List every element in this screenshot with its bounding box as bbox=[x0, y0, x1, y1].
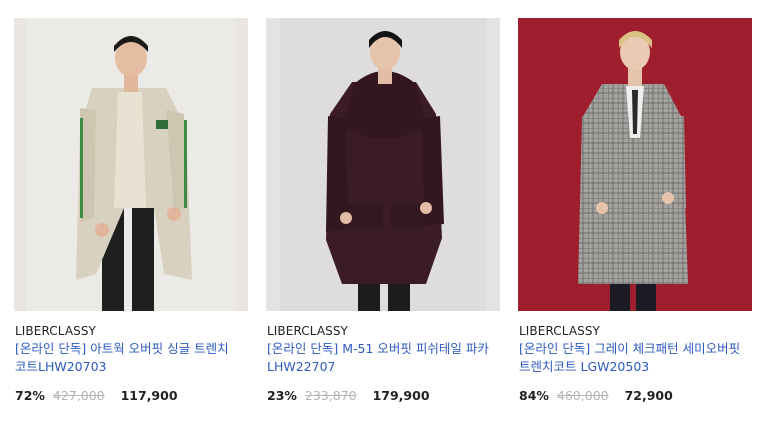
product-photo bbox=[266, 18, 500, 311]
price-row: 23% 233,870 179,900 bbox=[267, 388, 430, 403]
final-price: 117,900 bbox=[120, 388, 178, 403]
price-row: 72% 427,000 117,900 bbox=[15, 388, 178, 403]
product-photo bbox=[14, 18, 248, 311]
discount-rate: 72% bbox=[15, 388, 45, 403]
final-price: 179,900 bbox=[372, 388, 430, 403]
final-price: 72,900 bbox=[624, 388, 673, 403]
original-price: 427,000 bbox=[52, 388, 105, 403]
product-image-burgundy-parka[interactable] bbox=[266, 18, 500, 311]
price-row: 84% 460,000 72,900 bbox=[519, 388, 673, 403]
product-name-link[interactable]: [온라인 단독] M-51 오버핏 피쉬테일 파카LHW22707 bbox=[267, 340, 489, 376]
product-card[interactable]: LIBERCLASSY [온라인 단독] M-51 오버핏 피쉬테일 파카LHW… bbox=[266, 0, 502, 435]
product-card[interactable]: LIBERCLASSY [온라인 단독] 그레이 체크패턴 세미오버핏 트렌치코… bbox=[518, 0, 754, 435]
brand-name: LIBERCLASSY bbox=[267, 324, 348, 338]
product-name-link[interactable]: [온라인 단독] 그레이 체크패턴 세미오버핏 트렌치코트 LGW20503 bbox=[519, 340, 741, 376]
product-image-gray-check-trench-coat[interactable] bbox=[518, 18, 752, 311]
brand-name: LIBERCLASSY bbox=[519, 324, 600, 338]
product-card[interactable]: LIBERCLASSY [온라인 단독] 아트웍 오버핏 싱글 트렌치코트LHW… bbox=[14, 0, 250, 435]
product-name-link[interactable]: [온라인 단독] 아트웍 오버핏 싱글 트렌치코트LHW20703 bbox=[15, 340, 237, 376]
discount-rate: 84% bbox=[519, 388, 549, 403]
brand-name: LIBERCLASSY bbox=[15, 324, 96, 338]
original-price: 233,870 bbox=[304, 388, 357, 403]
discount-rate: 23% bbox=[267, 388, 297, 403]
product-image-beige-trench-coat[interactable] bbox=[14, 18, 248, 311]
product-photo bbox=[518, 18, 752, 311]
product-grid: LIBERCLASSY [온라인 단독] 아트웍 오버핏 싱글 트렌치코트LHW… bbox=[0, 0, 770, 435]
original-price: 460,000 bbox=[556, 388, 609, 403]
